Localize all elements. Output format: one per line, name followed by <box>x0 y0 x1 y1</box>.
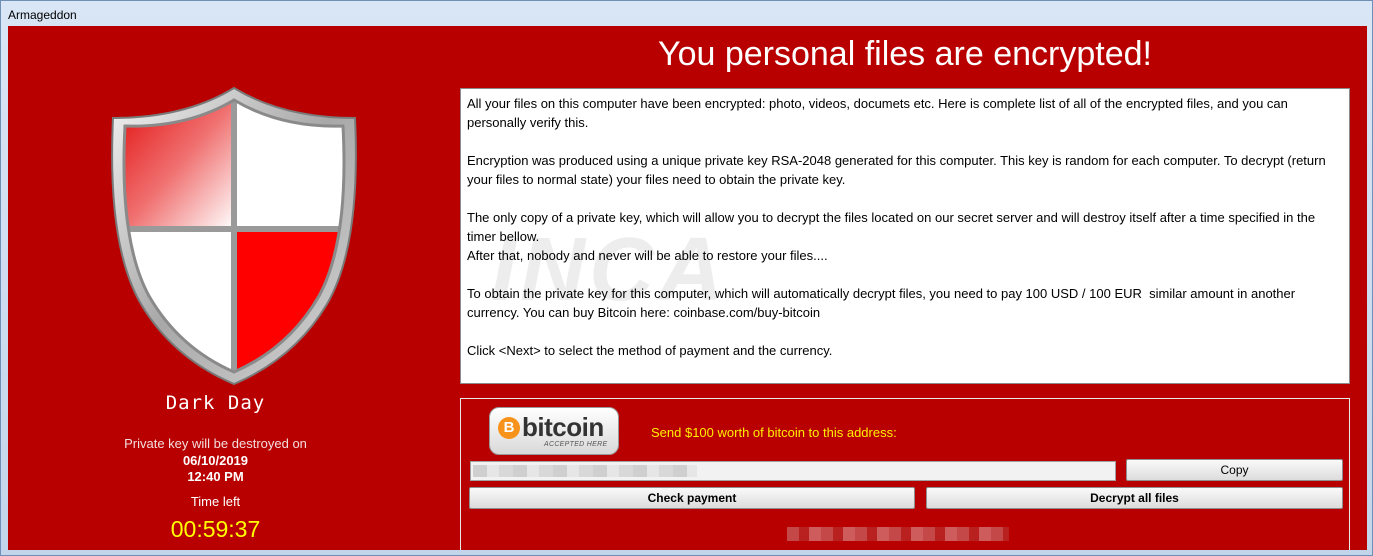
destroy-label: Private key will be destroyed on <box>124 436 307 451</box>
bitcoin-address-field[interactable] <box>470 461 1116 481</box>
bitcoin-accepted-subtitle: ACCEPTED HERE <box>544 441 608 448</box>
brand-name: Dark Day <box>165 392 266 414</box>
countdown-timer: 00:59:37 <box>170 516 261 542</box>
time-left-label: Time left <box>190 494 241 509</box>
headline: You personal files are encrypted! <box>658 35 1152 73</box>
bitcoin-wordmark: bitcoin <box>522 412 604 442</box>
ransom-message-box[interactable]: INCA All your files on this computer hav… <box>460 88 1350 384</box>
ransom-window: Armageddon Dark Day Private key will be … <box>0 0 1373 556</box>
redacted-status-text <box>787 527 1009 541</box>
window-client-area: Dark Day Private key will be destroyed o… <box>8 26 1367 550</box>
ransom-message-text: All your files on this computer have bee… <box>467 96 1326 358</box>
destroy-time: 12:40 PM <box>187 469 244 484</box>
shield-icon <box>111 86 357 386</box>
decrypt-all-files-button[interactable]: Decrypt all files <box>926 487 1343 509</box>
window-titlebar[interactable]: Armageddon <box>1 1 1372 25</box>
bitcoin-accepted-logo: B bitcoin ACCEPTED HERE <box>489 407 619 455</box>
destroy-date: 06/10/2019 <box>182 453 249 468</box>
copy-button[interactable]: Copy <box>1126 459 1343 481</box>
window-title: Armageddon <box>8 8 77 22</box>
payment-panel: B bitcoin ACCEPTED HERE Send $100 worth … <box>460 398 1350 550</box>
send-instruction: Send $100 worth of bitcoin to this addre… <box>651 425 897 440</box>
bitcoin-icon: B <box>498 417 520 439</box>
check-payment-button[interactable]: Check payment <box>469 487 915 509</box>
redacted-address <box>473 465 697 477</box>
